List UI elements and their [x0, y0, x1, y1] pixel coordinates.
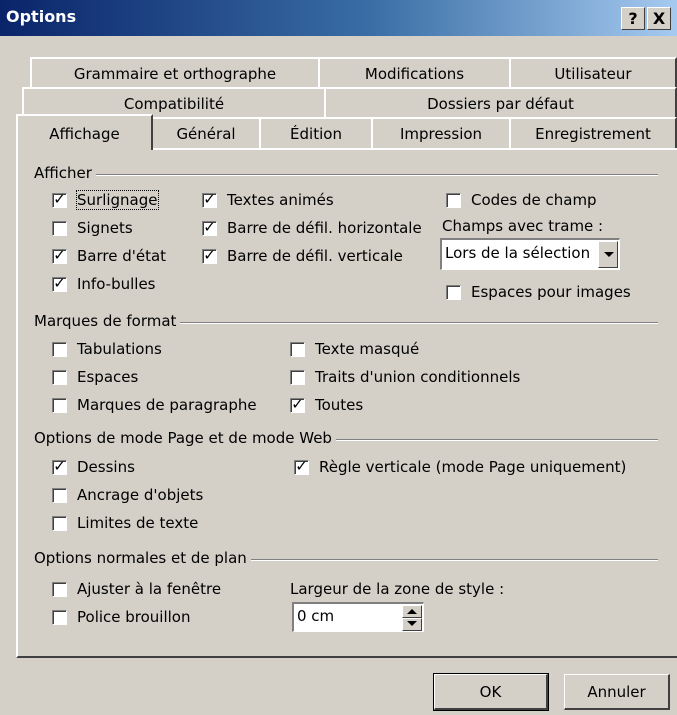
ok-button[interactable]: OK	[433, 673, 549, 711]
checkbox-defil-verticale[interactable]: ✓ Barre de défil. verticale	[202, 246, 403, 265]
champs-trame-label: Champs avec trame :	[442, 217, 604, 235]
checkbox-texte-masque[interactable]: Texte masqué	[290, 340, 419, 358]
tab-edition[interactable]: Édition	[259, 117, 373, 148]
checkbox-surlignage[interactable]: ✓ Surlignage	[52, 190, 159, 210]
checkbox-info-bulles[interactable]: ✓ Info-bulles	[52, 274, 156, 293]
checkbox-label: Marques de paragraphe	[77, 396, 257, 414]
checkbox-dessins[interactable]: ✓ Dessins	[52, 457, 135, 476]
checkbox-label: Barre d'état	[77, 247, 167, 265]
tab-impression[interactable]: Impression	[371, 117, 511, 148]
window-title: Options	[6, 7, 77, 26]
largeur-zone-style-stepper[interactable]: 0 cm	[292, 602, 424, 632]
spin-up-button[interactable]	[402, 605, 422, 618]
close-button[interactable]: X	[647, 7, 671, 30]
checkbox-codes-champ[interactable]: Codes de champ	[446, 191, 597, 209]
largeur-zone-style-value: 0 cm	[297, 607, 335, 625]
tab-modifications[interactable]: Modifications	[318, 57, 511, 88]
tab-general[interactable]: Général	[151, 117, 261, 148]
group-divider	[34, 174, 658, 176]
checkbox-label: Signets	[77, 219, 133, 237]
checkbox-textes-animes[interactable]: ✓ Textes animés	[202, 190, 334, 209]
checkbox-label: Tabulations	[77, 340, 162, 358]
checkbox-toutes[interactable]: ✓ Toutes	[290, 395, 364, 414]
checkbox-police-brouillon[interactable]: Police brouillon	[52, 608, 191, 626]
checkbox-espaces-images[interactable]: Espaces pour images	[446, 283, 631, 301]
chevron-up-icon	[407, 609, 417, 614]
checkbox-label: Espaces pour images	[471, 283, 631, 301]
checkbox-label: Police brouillon	[77, 608, 191, 626]
checkbox-label: Barre de défil. horizontale	[227, 219, 422, 237]
help-icon: ?	[628, 9, 638, 28]
tab-affichage[interactable]: Affichage	[16, 114, 153, 150]
checkbox-regle-verticale[interactable]: ✓ Règle verticale (mode Page uniquement)	[294, 457, 627, 476]
checkbox-defil-horizontale[interactable]: ✓ Barre de défil. horizontale	[202, 218, 422, 237]
group-normales-label: Options normales et de plan	[34, 549, 251, 567]
checkbox-label: Dessins	[77, 458, 135, 476]
group-afficher-label: Afficher	[34, 164, 96, 182]
champs-trame-select[interactable]: Lors de la sélection	[440, 238, 620, 270]
checkbox-espaces[interactable]: Espaces	[52, 368, 138, 386]
chevron-down-icon	[604, 252, 614, 257]
title-bar[interactable]: Options ? X	[0, 0, 677, 36]
checkbox-barre-etat[interactable]: ✓ Barre d'état	[52, 246, 167, 265]
group-page-web-label: Options de mode Page et de mode Web	[34, 429, 336, 447]
cancel-button[interactable]: Annuler	[564, 674, 670, 710]
checkbox-label: Texte masqué	[315, 340, 420, 358]
checkbox-label: Règle verticale (mode Page uniquement)	[319, 458, 627, 476]
checkbox-label: Textes animés	[227, 191, 334, 209]
group-marques-label: Marques de format	[34, 312, 181, 330]
largeur-zone-style-label: Largeur de la zone de style :	[290, 580, 505, 598]
help-button[interactable]: ?	[621, 7, 645, 30]
dropdown-button[interactable]	[598, 241, 618, 268]
chevron-down-icon	[407, 621, 417, 626]
checkbox-label: Codes de champ	[471, 191, 597, 209]
tab-enregistrement[interactable]: Enregistrement	[509, 117, 677, 148]
checkbox-label: Toutes	[315, 396, 364, 414]
spin-down-button[interactable]	[402, 618, 422, 631]
checkbox-ajuster-fenetre[interactable]: Ajuster à la fenêtre	[52, 580, 221, 598]
options-dialog: Options ? X Grammaire et orthographe Mod…	[0, 0, 677, 715]
checkbox-tabulations[interactable]: Tabulations	[52, 340, 162, 358]
tab-dossiers[interactable]: Dossiers par défaut	[324, 87, 677, 118]
checkbox-marques-paragraphe[interactable]: Marques de paragraphe	[52, 396, 257, 414]
checkbox-ancrage-objets[interactable]: Ancrage d'objets	[52, 486, 203, 504]
checkbox-label: Espaces	[77, 368, 139, 386]
checkbox-signets[interactable]: Signets	[52, 219, 133, 237]
checkbox-label: Info-bulles	[77, 275, 156, 293]
checkbox-label: Limites de texte	[77, 514, 199, 532]
checkbox-traits-union[interactable]: Traits d'union conditionnels	[290, 368, 520, 386]
tab-utilisateur[interactable]: Utilisateur	[509, 57, 677, 88]
checkbox-label: Ancrage d'objets	[77, 486, 204, 504]
checkbox-label: Ajuster à la fenêtre	[77, 580, 222, 598]
checkbox-label: Barre de défil. verticale	[227, 247, 403, 265]
tab-grammaire[interactable]: Grammaire et orthographe	[30, 57, 320, 88]
checkbox-limites-texte[interactable]: Limites de texte	[52, 514, 198, 532]
champs-trame-value: Lors de la sélection	[445, 244, 591, 262]
checkbox-label: Traits d'union conditionnels	[315, 368, 521, 386]
checkbox-label: Surlignage	[76, 190, 159, 210]
close-icon: X	[652, 9, 666, 28]
